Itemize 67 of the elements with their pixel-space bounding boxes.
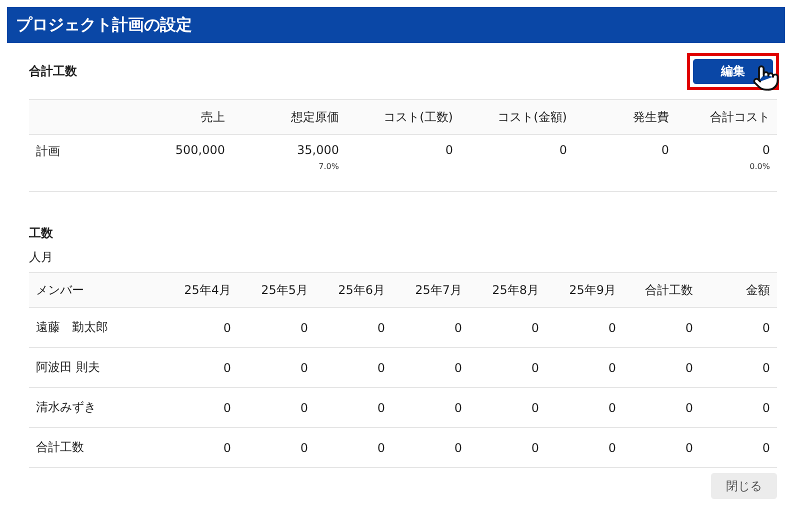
table-cell: 0 bbox=[623, 348, 700, 388]
table-cell: 0 bbox=[469, 348, 546, 388]
table-cell: 0 bbox=[161, 308, 238, 348]
table-cell: 0 bbox=[661, 143, 669, 157]
table-cell: 0 bbox=[469, 388, 546, 428]
percentage-text: 0.0% bbox=[750, 162, 770, 171]
table-cell: 0 bbox=[700, 308, 777, 348]
column-header: コスト(金額) bbox=[460, 99, 574, 135]
table-cell: 0 bbox=[469, 308, 546, 348]
column-header: 25年9月 bbox=[546, 272, 623, 308]
table-cell: 0 bbox=[392, 388, 469, 428]
table-cell: 0 bbox=[700, 348, 777, 388]
unit-label: 人月 bbox=[29, 248, 54, 266]
column-header: 25年4月 bbox=[161, 272, 238, 308]
table-cell: 0 bbox=[546, 388, 623, 428]
table-cell: 0 bbox=[161, 348, 238, 388]
table-cell: 0 bbox=[392, 308, 469, 348]
column-header: 発生費 bbox=[574, 99, 676, 135]
table-cell: 0 bbox=[238, 308, 315, 348]
column-header: 25年7月 bbox=[392, 272, 469, 308]
column-header: 想定原価 bbox=[232, 99, 346, 135]
edit-button[interactable]: 編集 bbox=[693, 58, 773, 84]
table-cell: 0 bbox=[392, 348, 469, 388]
column-header: 売上 bbox=[118, 99, 232, 135]
table-cell: 0 bbox=[315, 388, 392, 428]
section-heading: 合計工数 bbox=[29, 62, 77, 80]
table-cell: 0 bbox=[623, 388, 700, 428]
column-header: コスト(工数) bbox=[346, 99, 460, 135]
table-cell: 0 bbox=[700, 428, 777, 468]
table-cell: 0 bbox=[238, 348, 315, 388]
table-cell: 0 bbox=[559, 143, 567, 157]
table-cell: 0 bbox=[315, 308, 392, 348]
table-cell: 35,000 bbox=[297, 143, 339, 157]
table-cell: 0 bbox=[546, 348, 623, 388]
window-title: プロジェクト計画の設定 bbox=[7, 7, 785, 43]
close-button[interactable]: 閉じる bbox=[711, 473, 777, 499]
table-cell: 0 bbox=[623, 428, 700, 468]
column-header: 25年5月 bbox=[238, 272, 315, 308]
table-cell: 0 bbox=[445, 143, 453, 157]
hand-cursor-icon bbox=[752, 64, 780, 92]
table-cell: 0 bbox=[238, 428, 315, 468]
section-heading: 工数 bbox=[29, 225, 53, 242]
member-name: 清水みずき bbox=[29, 388, 161, 428]
column-header: 合計工数 bbox=[623, 272, 700, 308]
column-header: 合計コスト bbox=[676, 99, 777, 135]
table-cell: 0 bbox=[762, 143, 770, 157]
column-header: 25年6月 bbox=[315, 272, 392, 308]
table-cell: 0 bbox=[623, 308, 700, 348]
member-name: 遠藤 勤太郎 bbox=[29, 308, 161, 348]
table-cell: 0 bbox=[546, 428, 623, 468]
table-cell: 500,000 bbox=[175, 143, 225, 157]
table-cell: 0 bbox=[315, 428, 392, 468]
member-name: 合計工数 bbox=[29, 428, 161, 468]
table-cell: 計画 bbox=[36, 143, 60, 160]
table-cell: 0 bbox=[161, 388, 238, 428]
percentage-text: 7.0% bbox=[318, 162, 339, 171]
table-cell: 0 bbox=[238, 388, 315, 428]
table-cell: 0 bbox=[392, 428, 469, 468]
table-cell: 0 bbox=[469, 428, 546, 468]
column-header: 金額 bbox=[700, 272, 777, 308]
table-cell: 0 bbox=[315, 348, 392, 388]
member-name: 阿波田 則夫 bbox=[29, 348, 161, 388]
table-cell: 0 bbox=[546, 308, 623, 348]
column-header: メンバー bbox=[29, 272, 161, 308]
column-header: 25年8月 bbox=[469, 272, 546, 308]
table-cell: 0 bbox=[700, 388, 777, 428]
table-cell: 0 bbox=[161, 428, 238, 468]
